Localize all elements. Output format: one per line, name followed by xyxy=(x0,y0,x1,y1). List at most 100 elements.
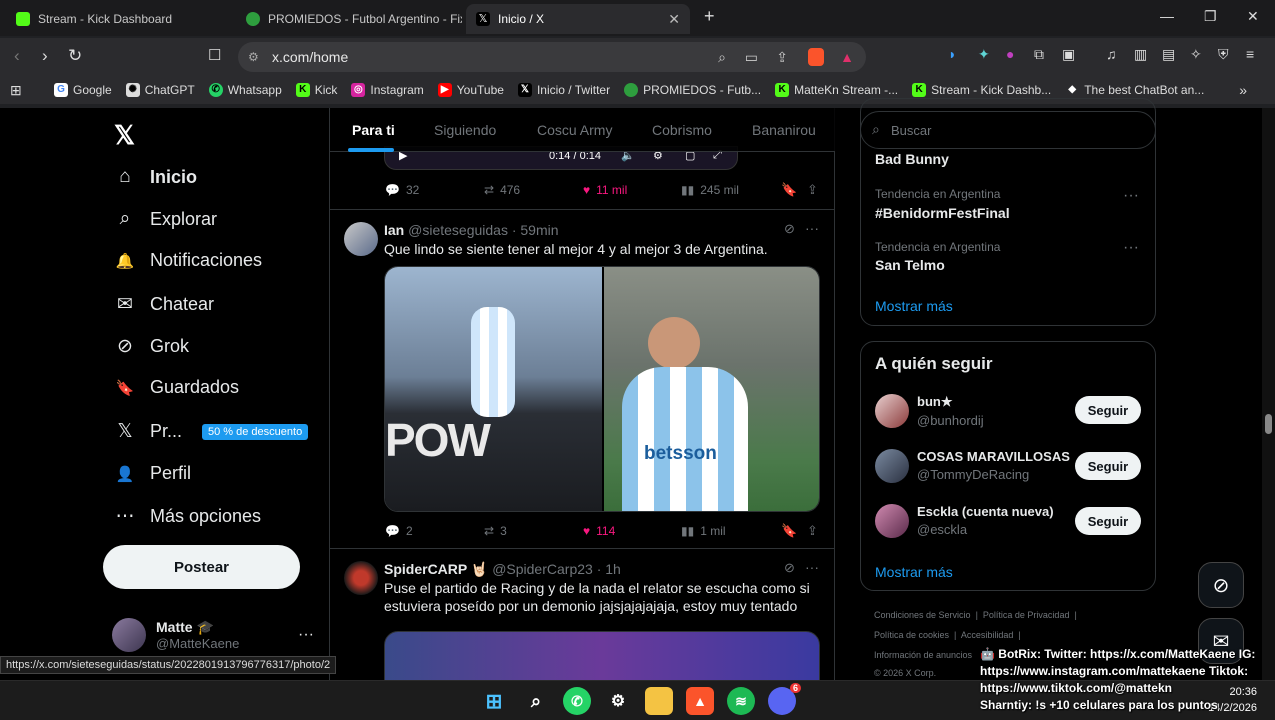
sidebar-item-grok[interactable]: ⊘ Grok xyxy=(114,335,189,358)
x-logo-icon[interactable]: 𝕏 xyxy=(114,120,135,151)
bookmark-whatsapp[interactable]: ✆ Whatsapp xyxy=(208,83,282,97)
like-button[interactable]: ♥ 11 mil xyxy=(583,183,627,197)
repost-button[interactable]: ⇄ 3 xyxy=(484,524,507,538)
tab-para-ti[interactable]: Para ti xyxy=(352,122,395,138)
share-icon[interactable]: ⇪ xyxy=(776,49,788,66)
discord-icon[interactable]: 6 xyxy=(768,683,801,715)
grok-fab-icon[interactable]: ⊘ xyxy=(1198,562,1244,608)
footer-link[interactable]: Política de Privacidad xyxy=(983,610,1070,620)
views-button[interactable]: ▮▮ 1 mil xyxy=(681,524,726,538)
extension-icon[interactable]: ◗ xyxy=(948,46,956,62)
vpn-icon[interactable]: ⛨ xyxy=(1218,46,1229,63)
bookmark-promiedos[interactable]: PROMIEDOS - Futb... xyxy=(624,83,761,97)
photo[interactable]: betsson xyxy=(604,267,819,511)
wallet-icon[interactable]: ▤ xyxy=(1162,46,1175,63)
reply-button[interactable]: 💬 32 xyxy=(385,183,419,197)
bookmark-google[interactable]: G Google xyxy=(54,83,112,97)
show-more-link[interactable]: Mostrar más xyxy=(875,564,953,580)
more-icon[interactable]: ··· xyxy=(298,626,314,644)
forward-icon[interactable]: › xyxy=(42,46,48,66)
trend-name[interactable]: #BenidormFestFinal xyxy=(875,205,1010,221)
maximize-icon[interactable]: ❐ xyxy=(1204,8,1217,25)
sidebar-item-guardados[interactable]: 🔖 Guardados xyxy=(114,377,239,398)
sidebar-item-inicio[interactable]: ⌂ Inicio xyxy=(114,166,197,188)
close-window-icon[interactable]: ✕ xyxy=(1247,8,1259,25)
grok-icon[interactable]: ⊘ xyxy=(784,560,795,576)
music-icon[interactable]: ♫ xyxy=(1106,46,1117,62)
windows-start-icon[interactable]: ⊞ xyxy=(480,687,508,715)
follow-button[interactable]: Seguir xyxy=(1075,452,1141,480)
sidebar-item-notificaciones[interactable]: 🔔 Notificaciones xyxy=(114,250,262,271)
apps-grid-icon[interactable]: ⊞ xyxy=(10,82,22,99)
footer-link[interactable]: Condiciones de Servicio xyxy=(874,610,971,620)
bookmark-twitter[interactable]: 𝕏 Inicio / Twitter xyxy=(517,83,610,97)
sidebar-item-premium[interactable]: 𝕏 Pr... 50 % de descuento xyxy=(114,420,309,443)
tab-cobrismo[interactable]: Cobrismo xyxy=(652,122,712,138)
suggestion-item[interactable]: Esckla (cuenta nueva) @esckla xyxy=(875,504,1054,538)
site-info-icon[interactable]: ⚙ xyxy=(248,50,259,64)
post-card[interactable]: Ian @sieteseguidas · 59min ⊘ ··· Que lin… xyxy=(330,210,835,549)
footer-link[interactable]: Política de cookies xyxy=(874,630,949,640)
tab-siguiendo[interactable]: Siguiendo xyxy=(434,122,496,138)
whatsapp-icon[interactable]: ✆ xyxy=(563,687,591,715)
menu-icon[interactable]: ≡ xyxy=(1246,46,1254,62)
more-icon[interactable]: ··· xyxy=(805,220,819,236)
extension-icon[interactable]: ✦ xyxy=(978,46,990,63)
scrollbar-thumb[interactable] xyxy=(1265,414,1272,434)
footer-link[interactable]: Accesibilidad xyxy=(961,630,1014,640)
close-tab-icon[interactable]: ✕ xyxy=(668,11,680,28)
bookmark-chatgpt[interactable]: ✺ ChatGPT xyxy=(125,83,195,97)
sidebar-item-mas-opciones[interactable]: ⋯ Más opciones xyxy=(114,505,262,528)
follow-button[interactable]: Seguir xyxy=(1075,507,1141,535)
show-more-link[interactable]: Mostrar más xyxy=(875,298,953,314)
more-icon[interactable]: ··· xyxy=(1123,239,1139,257)
bookmark-instagram[interactable]: ◎ Instagram xyxy=(351,83,424,97)
post-button[interactable]: Postear xyxy=(103,545,300,589)
bookmark-page-icon[interactable]: ☐ xyxy=(208,46,221,64)
views-button[interactable]: ▮▮ 245 mil xyxy=(681,183,739,197)
search-input[interactable]: ⌕ Buscar xyxy=(860,111,1156,149)
follow-button[interactable]: Seguir xyxy=(1075,396,1141,424)
share-icon[interactable]: ⇪ xyxy=(807,182,818,198)
post-author[interactable]: SpiderCARP 🤘🏻 @SpiderCarp23 · 1h xyxy=(384,561,621,578)
tab-bananirou[interactable]: Bananirou xyxy=(752,122,816,138)
new-tab-icon[interactable]: + xyxy=(704,6,715,27)
bookmark-matteknstream[interactable]: K MatteKn Stream -... xyxy=(775,83,898,97)
scrollbar[interactable] xyxy=(1262,108,1275,680)
bookmark-icon[interactable]: 🔖 xyxy=(781,182,797,198)
cast-icon[interactable]: ▭ xyxy=(745,49,758,66)
footer-link[interactable]: Información de anuncios xyxy=(874,650,972,660)
leo-ai-icon[interactable]: ✧ xyxy=(1190,46,1202,63)
more-icon[interactable]: ··· xyxy=(805,559,819,575)
repost-button[interactable]: ⇄ 476 xyxy=(484,183,520,197)
suggestion-item[interactable]: COSAS MARAVILLOSAS @TommyDeRacing xyxy=(875,449,1070,483)
trend-name[interactable]: Bad Bunny xyxy=(875,151,949,167)
share-icon[interactable]: ⇪ xyxy=(807,523,818,539)
spotify-icon[interactable]: ≋ xyxy=(727,687,755,715)
more-icon[interactable]: ··· xyxy=(1123,187,1139,205)
minimize-icon[interactable]: — xyxy=(1160,8,1174,24)
bookmark-youtube[interactable]: ▶ YouTube xyxy=(437,83,504,97)
avatar[interactable] xyxy=(344,222,378,256)
post-author[interactable]: Ian @sieteseguidas · 59min xyxy=(384,222,559,238)
sidebar-toggle-icon[interactable]: ▥ xyxy=(1134,46,1147,63)
search-icon[interactable]: ⌕ xyxy=(522,687,550,715)
url-bar[interactable]: ⚙ x.com/home ⌕ ▭ ⇪ ▲ xyxy=(238,42,866,72)
zoom-icon[interactable]: ⌕ xyxy=(718,49,726,66)
sidebar-item-explorar[interactable]: ⌕ Explorar xyxy=(114,208,217,230)
brave-browser-icon[interactable]: ▲ xyxy=(686,687,714,715)
brave-shields-icon[interactable] xyxy=(808,48,824,66)
trend-name[interactable]: San Telmo xyxy=(875,257,945,273)
account-switcher[interactable]: Matte 🎓 @MatteKaene ··· xyxy=(112,618,314,652)
post-card[interactable]: SpiderCARP 🤘🏻 @SpiderCarp23 · 1h ⊘ ··· P… xyxy=(330,549,835,691)
extension-icon[interactable]: ● xyxy=(1006,46,1014,62)
tab-kick-dashboard[interactable]: Stream - Kick Dashboard xyxy=(6,4,232,34)
grok-icon[interactable]: ⊘ xyxy=(784,221,795,237)
bookmark-kick-dashboard[interactable]: K Stream - Kick Dashb... xyxy=(912,83,1051,97)
sidebar-item-perfil[interactable]: 👤 Perfil xyxy=(114,463,191,484)
suggestion-item[interactable]: bun★ @bunhordij xyxy=(875,394,984,428)
post-card[interactable]: ▶ 0:14 / 0:14 🔈 ⚙ ▢ ⤢ 💬 32 ⇄ 476 ♥ 11 mil ▮… xyxy=(330,146,835,210)
file-explorer-icon[interactable] xyxy=(645,687,673,715)
reply-button[interactable]: 💬 2 xyxy=(385,524,413,538)
tab-promiedos[interactable]: PROMIEDOS - Futbol Argentino - Fixt xyxy=(236,4,462,34)
